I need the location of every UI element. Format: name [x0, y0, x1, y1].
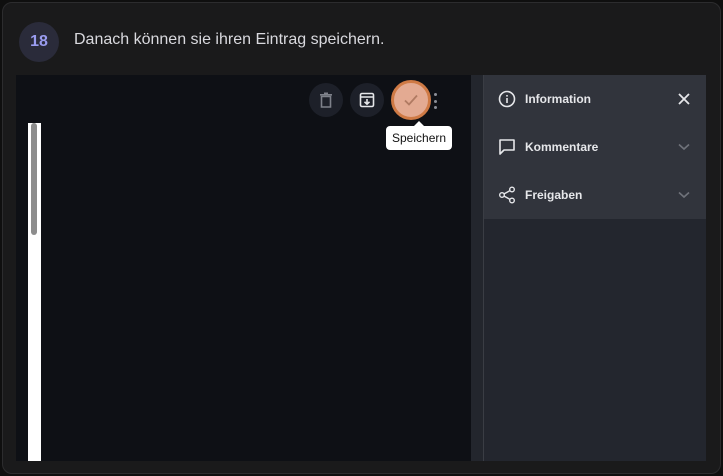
- chevron-down-icon[interactable]: [676, 187, 692, 203]
- save-button[interactable]: [391, 80, 431, 120]
- panel-item-label: Information: [525, 92, 591, 106]
- chevron-down-icon[interactable]: [676, 139, 692, 155]
- archive-button[interactable]: [350, 83, 384, 117]
- app-screenshot: Speichern Information Kommentare Freigab…: [16, 75, 706, 461]
- step-number-badge: 18: [19, 22, 59, 62]
- panel-item-label: Kommentare: [525, 140, 599, 154]
- check-icon: [404, 94, 418, 106]
- info-side-panel: Information Kommentare Freigaben: [484, 75, 706, 461]
- close-icon[interactable]: [676, 91, 692, 107]
- panel-item-freigaben[interactable]: Freigaben: [484, 171, 706, 219]
- tutorial-step-card: 18 Danach können sie ihren Eintrag speic…: [2, 2, 721, 474]
- save-tooltip: Speichern: [386, 121, 453, 150]
- info-icon: [498, 90, 516, 108]
- trash-icon: [320, 92, 332, 108]
- more-vertical-icon[interactable]: [432, 93, 438, 109]
- editor-area[interactable]: [28, 123, 41, 461]
- comment-icon: [498, 138, 516, 156]
- archive-download-icon: [359, 92, 375, 108]
- panel-item-information[interactable]: Information: [484, 75, 706, 123]
- share-icon: [498, 186, 516, 204]
- panel-item-label: Freigaben: [525, 188, 583, 202]
- panel-item-kommentare[interactable]: Kommentare: [484, 123, 706, 171]
- editor-scrollbar-thumb[interactable]: [31, 123, 37, 235]
- panel-resize-handle[interactable]: [471, 75, 484, 461]
- step-instruction: Danach können sie ihren Eintrag speicher…: [74, 31, 385, 48]
- delete-button[interactable]: [309, 83, 343, 117]
